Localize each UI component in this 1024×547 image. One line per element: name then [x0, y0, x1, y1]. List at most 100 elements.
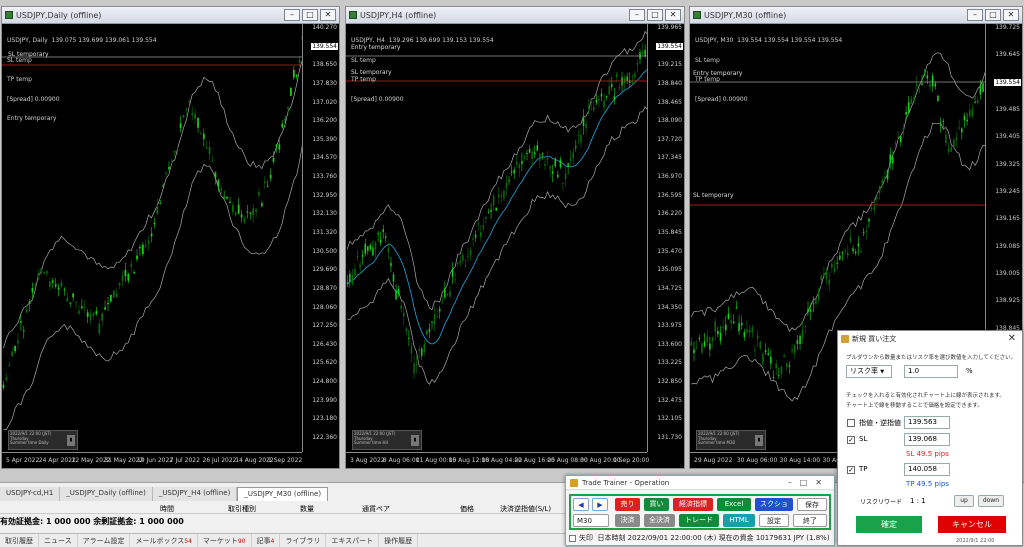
sell-button[interactable]: 売り [615, 498, 640, 511]
col-price[interactable]: 価格 [460, 504, 474, 514]
session-toggle[interactable]: ▮ [411, 435, 419, 446]
candle-body [623, 77, 626, 83]
tp-price-input[interactable]: 140.058 [904, 463, 950, 476]
candle-body [634, 73, 636, 78]
note-line-1: チェックを入れると有効化されチャート上に線が表示されます。 [846, 393, 1005, 399]
candle-body [902, 127, 905, 130]
chart-tab[interactable]: _USDJPY_Daily (offline) [60, 487, 153, 501]
settings-button[interactable]: 設定 [759, 514, 789, 527]
price-tick: 123.990 [312, 396, 337, 404]
price-scale[interactable]: 139.965 139.554 139.215 138.840 138.465 138.0… [647, 24, 684, 452]
session-toggle[interactable]: ▮ [67, 435, 75, 446]
prev-bar-button[interactable]: ◀ [573, 498, 589, 511]
close-button[interactable]: ✕ [320, 9, 336, 21]
price-tick: 137.345 [657, 154, 682, 162]
terminal-tab[interactable]: 操作履歴 [379, 534, 419, 547]
candle-body [593, 106, 595, 111]
mode-select[interactable]: リスク率 ▼ [846, 365, 892, 378]
candle-body [626, 76, 628, 82]
candle-body [921, 83, 923, 85]
dialog-titlebar[interactable]: 新規 買い注文 ✕ [838, 331, 1022, 347]
next-bar-button[interactable]: ▶ [592, 498, 608, 511]
chart-window-h4[interactable]: USDJPY,H4 (offline) – □ ✕ USDJPY, H4 139.2… [345, 6, 685, 469]
chart-titlebar[interactable]: USDJPY,H4 (offline) – □ ✕ [346, 7, 684, 24]
terminal-tab-label: マーケット [202, 537, 238, 545]
chart-tab[interactable]: _USDJPY_H4 (offline) [152, 487, 238, 501]
candle-body [98, 323, 101, 334]
screenshot-button[interactable]: スクショ [755, 498, 793, 511]
cancel-button[interactable]: キャンセル [938, 516, 1006, 533]
time-axis[interactable]: 5 Apr 2022 24 Apr 2022 12 May 2022 31 May 2… [2, 452, 302, 468]
minimize-button[interactable]: – [967, 9, 983, 21]
window-controls[interactable]: –□✕ [788, 476, 830, 490]
terminal-tab[interactable]: ニュース [39, 534, 78, 547]
candle-body [104, 307, 106, 310]
trade-trainer-titlebar[interactable]: Trade Trainer - Operation –□✕ [566, 476, 834, 490]
chart-titlebar[interactable]: USDJPY,M30 (offline) – □ ✕ [690, 7, 1022, 24]
candle-body [785, 363, 788, 368]
candle-body [451, 268, 454, 277]
session-toggle[interactable]: ▮ [755, 435, 763, 446]
candle-body [503, 190, 505, 199]
down-button[interactable]: down [978, 495, 1004, 507]
terminal-tab[interactable]: アラーム設定 [78, 534, 131, 547]
sl-checkbox[interactable]: ✓ [847, 436, 855, 444]
chart-tab[interactable]: USDJPY-cd,H1 [0, 487, 61, 501]
limit-price-input[interactable]: 139.563 [904, 416, 950, 429]
close-icon[interactable]: ✕ [1008, 331, 1016, 347]
timeframe-select[interactable]: M30 [573, 514, 609, 527]
excel-button[interactable]: Excel [717, 498, 751, 511]
limit-checkbox[interactable] [847, 419, 855, 427]
arrow-checkbox[interactable] [569, 534, 576, 542]
candle-body [950, 147, 952, 152]
sl-price-input[interactable]: 139.068 [904, 433, 950, 446]
close-button[interactable]: ✕ [1003, 9, 1019, 21]
maximize-button[interactable]: □ [647, 9, 663, 21]
terminal-tab[interactable]: ライブラリ [280, 534, 327, 547]
chart-window-daily[interactable]: USDJPY,Daily (offline) – □ ✕ USDJPY, Daily… [1, 6, 340, 469]
candle-body [884, 176, 886, 178]
exit-button[interactable]: 終了 [793, 514, 827, 527]
buy-button[interactable]: 買い [644, 498, 669, 511]
tp-checkbox[interactable]: ✓ [847, 466, 855, 474]
close-all-button[interactable]: 全決済 [644, 514, 675, 527]
terminal-tab[interactable]: マーケット90 [198, 534, 252, 547]
up-button[interactable]: up [954, 495, 974, 507]
price-scale[interactable]: 140.270 139.554 138.650 137.830 137.020 136.2… [302, 24, 339, 452]
price-tick: 127.250 [312, 322, 337, 330]
confirm-button[interactable]: 確定 [856, 516, 922, 533]
terminal-tab[interactable]: エキスパート [326, 534, 380, 547]
col-type[interactable]: 取引種別 [228, 504, 256, 514]
chart-tab-active[interactable]: _USDJPY_M30 (offline) [237, 487, 329, 501]
save-button[interactable]: 保存 [797, 498, 827, 511]
price-tick: 137.830 [312, 79, 337, 87]
chart-titlebar[interactable]: USDJPY,Daily (offline) – □ ✕ [2, 7, 339, 24]
terminal-tab[interactable]: 取引履歴 [0, 534, 39, 547]
limit-label: 指値・逆指値 [859, 419, 901, 427]
candle-body [554, 158, 557, 167]
minimize-button[interactable]: – [629, 9, 645, 21]
indicators-button[interactable]: 経済指標 [673, 498, 713, 511]
col-sl[interactable]: 決済逆指値(S/L) [500, 504, 551, 514]
terminal-tab[interactable]: メールボックス54 [130, 534, 198, 547]
terminal-tab[interactable]: 記事4 [252, 534, 281, 547]
col-symbol[interactable]: 通貨ペア [362, 504, 390, 514]
html-button[interactable]: HTML [723, 514, 755, 527]
col-volume[interactable]: 数量 [300, 504, 314, 514]
candle-body [281, 123, 284, 128]
minimize-button[interactable]: – [284, 9, 300, 21]
candle-body [185, 109, 188, 111]
close-button[interactable]: ✕ [665, 9, 681, 21]
maximize-button[interactable]: □ [302, 9, 318, 21]
risk-input[interactable]: 1.0 [904, 365, 958, 378]
trade-button[interactable]: トレード [679, 514, 719, 527]
candle-body [799, 335, 801, 345]
candle-body [549, 166, 551, 169]
candle-body [369, 245, 372, 250]
col-time[interactable]: 時間 [160, 504, 174, 514]
close-position-button[interactable]: 決済 [615, 514, 640, 527]
price-tick: 138.090 [657, 117, 682, 125]
maximize-button[interactable]: □ [985, 9, 1001, 21]
time-axis[interactable]: 3 Aug 2022 8 Aug 06:00 11 Aug 00:00 15 Aug … [346, 452, 649, 468]
candle-body [295, 74, 298, 77]
